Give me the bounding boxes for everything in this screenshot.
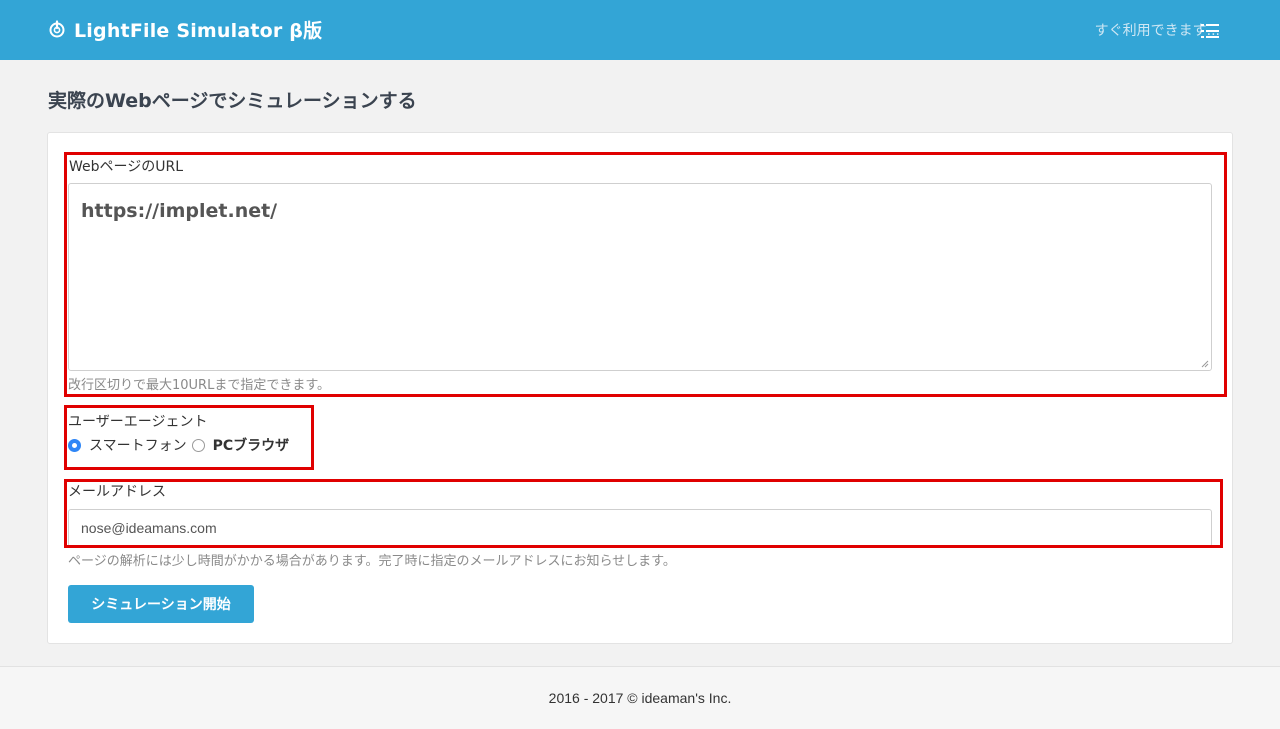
power-icon — [49, 20, 65, 38]
start-simulation-button[interactable]: シミュレーション開始 — [68, 585, 254, 623]
ua-highlight-box — [64, 405, 314, 470]
email-highlight-box — [64, 479, 1223, 548]
email-help-text: ページの解析には少し時間がかかる場合があります。完了時に指定のメールアドレスにお… — [68, 554, 676, 569]
brand-link[interactable]: LightFile Simulator β版 — [48, 14, 322, 44]
url-highlight-box — [64, 152, 1227, 397]
list-icon[interactable] — [1201, 23, 1219, 39]
page-title: 実際のWebページでシミュレーションする — [48, 90, 417, 112]
footer: 2016 - 2017 © ideaman's Inc. — [0, 666, 1280, 729]
top-navbar: LightFile Simulator β版 すぐ利用できます... — [0, 0, 1280, 60]
brand-title: LightFile Simulator β版 — [74, 19, 323, 42]
footer-copyright: 2016 - 2017 © ideaman's Inc. — [548, 690, 732, 706]
